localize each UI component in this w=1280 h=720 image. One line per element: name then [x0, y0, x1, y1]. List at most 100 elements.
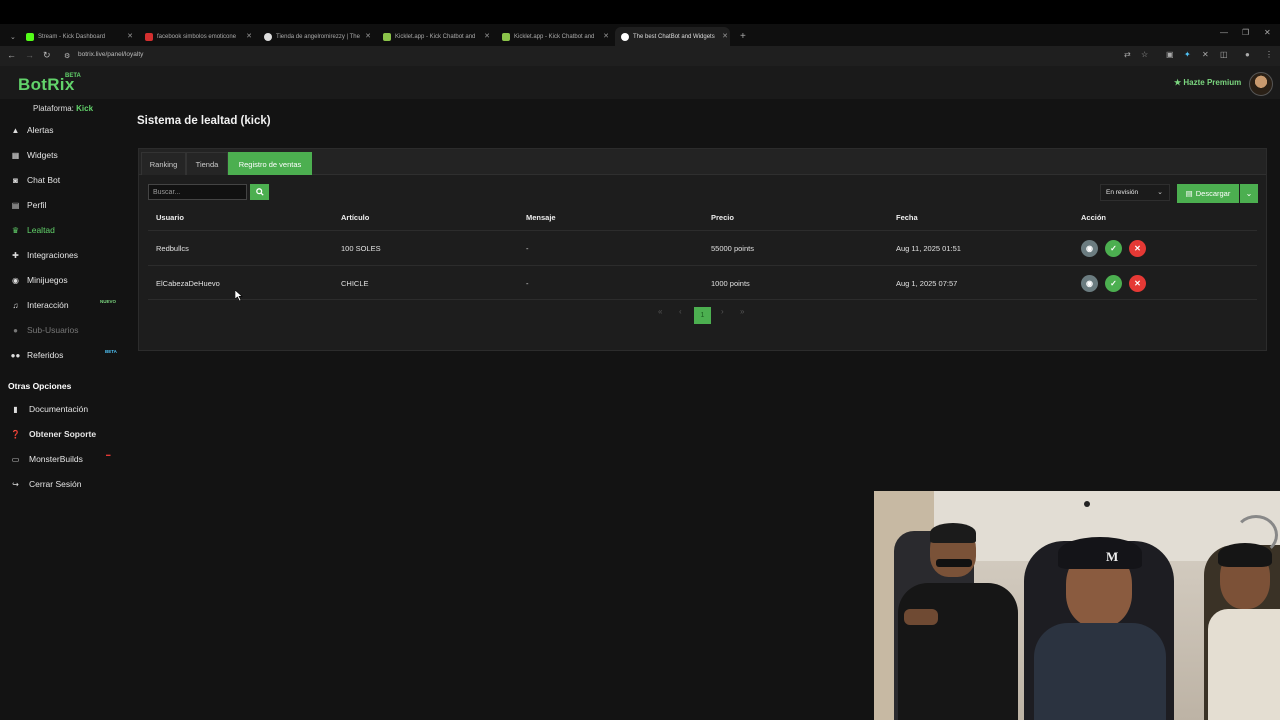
- cell-price: 1000 points: [711, 279, 750, 288]
- sidebar-item-sub-usuarios[interactable]: ● Sub-Usuarios: [10, 322, 124, 338]
- sidebar-item-cerrar-sesion[interactable]: ↪ Cerrar Sesión: [10, 476, 124, 492]
- file-icon: ▤: [1185, 189, 1193, 198]
- column-header-accion: Acción: [1081, 213, 1107, 222]
- logout-icon: ↪: [12, 479, 19, 489]
- search-button[interactable]: [250, 184, 269, 200]
- close-tab-icon[interactable]: ✕: [484, 32, 490, 40]
- close-tab-icon[interactable]: ✕: [722, 32, 728, 40]
- window-close-icon[interactable]: ✕: [1264, 28, 1271, 37]
- browser-tab-tienda[interactable]: Tienda de angelromirezzy | The ✕: [258, 27, 373, 46]
- browser-tab-kicklet-1[interactable]: Kicklet.app - Kick Chatbot and ✕: [377, 27, 492, 46]
- browser-menu-icon[interactable]: ⋮: [1265, 50, 1273, 59]
- extension-icon[interactable]: ✦: [1184, 50, 1191, 59]
- beta-badge: BETA: [105, 349, 117, 354]
- sidebar-item-label: Sub-Usuarios: [27, 325, 79, 335]
- translate-icon[interactable]: ⇄: [1124, 50, 1131, 59]
- warning-icon: ▲: [11, 125, 20, 135]
- sidebar-item-perfil[interactable]: ▤ Perfil: [10, 197, 124, 213]
- cell-date: Aug 1, 2025 07:57: [896, 279, 958, 288]
- column-header-articulo: Artículo: [341, 213, 370, 222]
- favicon-icon: [145, 32, 153, 41]
- download-button[interactable]: ▤ Descargar: [1177, 184, 1239, 203]
- new-badge: NUEVO: [100, 299, 117, 304]
- close-tab-icon[interactable]: ✕: [246, 32, 252, 40]
- browser-tab-kick-dashboard[interactable]: Stream - Kick Dashboard ✕: [20, 27, 135, 46]
- close-icon: ✕: [1134, 279, 1141, 288]
- tab-search-icon[interactable]: ⌄: [4, 27, 18, 46]
- sidebar-item-label: Integraciones: [27, 250, 79, 260]
- view-button[interactable]: ◉: [1081, 275, 1098, 292]
- reject-button[interactable]: ✕: [1129, 240, 1146, 257]
- extension-icon[interactable]: ✕: [1202, 50, 1209, 59]
- pagination-prev[interactable]: ‹: [679, 307, 682, 316]
- close-tab-icon[interactable]: ✕: [127, 32, 133, 40]
- help-icon: ❓: [10, 429, 21, 439]
- browser-tab-title: Kicklet.app - Kick Chatbot and: [395, 33, 476, 40]
- sidebar-item-minijuegos[interactable]: ◉ Minijuegos: [10, 272, 124, 288]
- new-tab-icon[interactable]: +: [734, 27, 748, 46]
- download-dropdown-toggle[interactable]: ⌄: [1240, 184, 1258, 203]
- approve-button[interactable]: ✓: [1105, 275, 1122, 292]
- cell-message: -: [526, 279, 529, 288]
- url-field[interactable]: botrix.live/panel/loyalty: [78, 51, 143, 58]
- search-input[interactable]: [148, 184, 247, 200]
- browser-tab-botrix[interactable]: The best ChatBot and Widgets ✕: [615, 27, 730, 46]
- sidebar-item-alertas[interactable]: ▲ Alertas: [10, 122, 124, 138]
- tab-tienda[interactable]: Tienda: [186, 152, 228, 175]
- browser-tab-title: Tienda de angelromirezzy | The: [276, 33, 360, 40]
- sidebar-item-interaccion[interactable]: ♫ Interacción NUEVO: [10, 297, 124, 313]
- close-tab-icon[interactable]: ✕: [365, 32, 371, 40]
- status-filter-value: En revisión: [1106, 189, 1139, 196]
- reject-button[interactable]: ✕: [1129, 275, 1146, 292]
- cell-user: Redbullcs: [156, 244, 189, 253]
- browser-tab-title: Stream - Kick Dashboard: [38, 33, 106, 40]
- sidebar-item-obtener-soporte[interactable]: ❓ Obtener Soporte: [10, 426, 124, 442]
- sidebar-item-integraciones[interactable]: ✚ Integraciones: [10, 247, 124, 263]
- sidebar-item-referidos[interactable]: ●● Referidos BETA: [10, 347, 124, 363]
- address-bar: ← → ↻ ⚙ botrix.live/panel/loyalty ⇄ ☆ ▣ …: [0, 46, 1280, 66]
- back-icon[interactable]: ←: [7, 50, 16, 60]
- close-tab-icon[interactable]: ✕: [603, 32, 609, 40]
- column-header-fecha: Fecha: [896, 213, 918, 222]
- platform-label: Plataforma:: [33, 104, 74, 113]
- avatar[interactable]: [1249, 72, 1273, 96]
- column-header-precio: Precio: [711, 213, 734, 222]
- site-info-icon[interactable]: ⚙: [64, 52, 70, 60]
- os-top-bar: [0, 0, 1280, 24]
- sidebar-item-documentacion[interactable]: ▮ Documentación: [10, 401, 124, 417]
- sidebar-item-label: Lealtad: [27, 225, 55, 235]
- status-filter-select[interactable]: En revisión ⌄: [1100, 184, 1170, 201]
- browser-tab-title: facebook simbolos emoticone: [157, 33, 237, 40]
- logo-beta-badge: BETA: [65, 73, 81, 79]
- premium-button[interactable]: ★ Hazte Premium: [1174, 78, 1241, 87]
- tab-registro-de-ventas[interactable]: Registro de ventas: [228, 152, 312, 175]
- sidebar-item-widgets[interactable]: ▦ Widgets: [10, 147, 124, 163]
- profile-icon[interactable]: ●: [1245, 50, 1250, 59]
- sidebar-item-chat-bot[interactable]: ◙ Chat Bot: [10, 172, 124, 188]
- music-icon: ♫: [12, 300, 19, 310]
- pagination-first[interactable]: «: [658, 307, 662, 316]
- sidebar-item-lealtad[interactable]: ♛ Lealtad: [10, 222, 124, 238]
- column-header-mensaje: Mensaje: [526, 213, 556, 222]
- browser-tab-kicklet-2[interactable]: Kicklet.app - Kick Chatbot and ✕: [496, 27, 611, 46]
- extension-icon[interactable]: ▣: [1166, 50, 1174, 59]
- maximize-icon[interactable]: ❐: [1242, 28, 1249, 37]
- bookmark-star-icon[interactable]: ☆: [1141, 50, 1148, 59]
- forward-icon[interactable]: →: [25, 50, 34, 60]
- sidebar-item-monsterbuilds[interactable]: ▭ MonsterBuilds ▬: [10, 451, 124, 467]
- browser-tab-facebook-symbols[interactable]: facebook simbolos emoticone ✕: [139, 27, 254, 46]
- check-icon: ✓: [1110, 244, 1117, 253]
- minimize-icon[interactable]: —: [1220, 28, 1228, 37]
- pagination-next[interactable]: ›: [721, 307, 724, 316]
- tab-ranking[interactable]: Ranking: [141, 152, 186, 175]
- extensions-puzzle-icon[interactable]: ◫: [1220, 50, 1228, 59]
- chevron-down-icon: ⌄: [1245, 189, 1253, 198]
- loyalty-tabs: Ranking Tienda Registro de ventas: [139, 149, 1266, 175]
- view-button[interactable]: ◉: [1081, 240, 1098, 257]
- approve-button[interactable]: ✓: [1105, 240, 1122, 257]
- search-icon: [255, 188, 264, 196]
- pagination-current-page[interactable]: 1: [694, 307, 711, 324]
- sidebar-item-label: Alertas: [27, 125, 54, 135]
- pagination-last[interactable]: »: [740, 307, 744, 316]
- reload-icon[interactable]: ↻: [43, 50, 51, 61]
